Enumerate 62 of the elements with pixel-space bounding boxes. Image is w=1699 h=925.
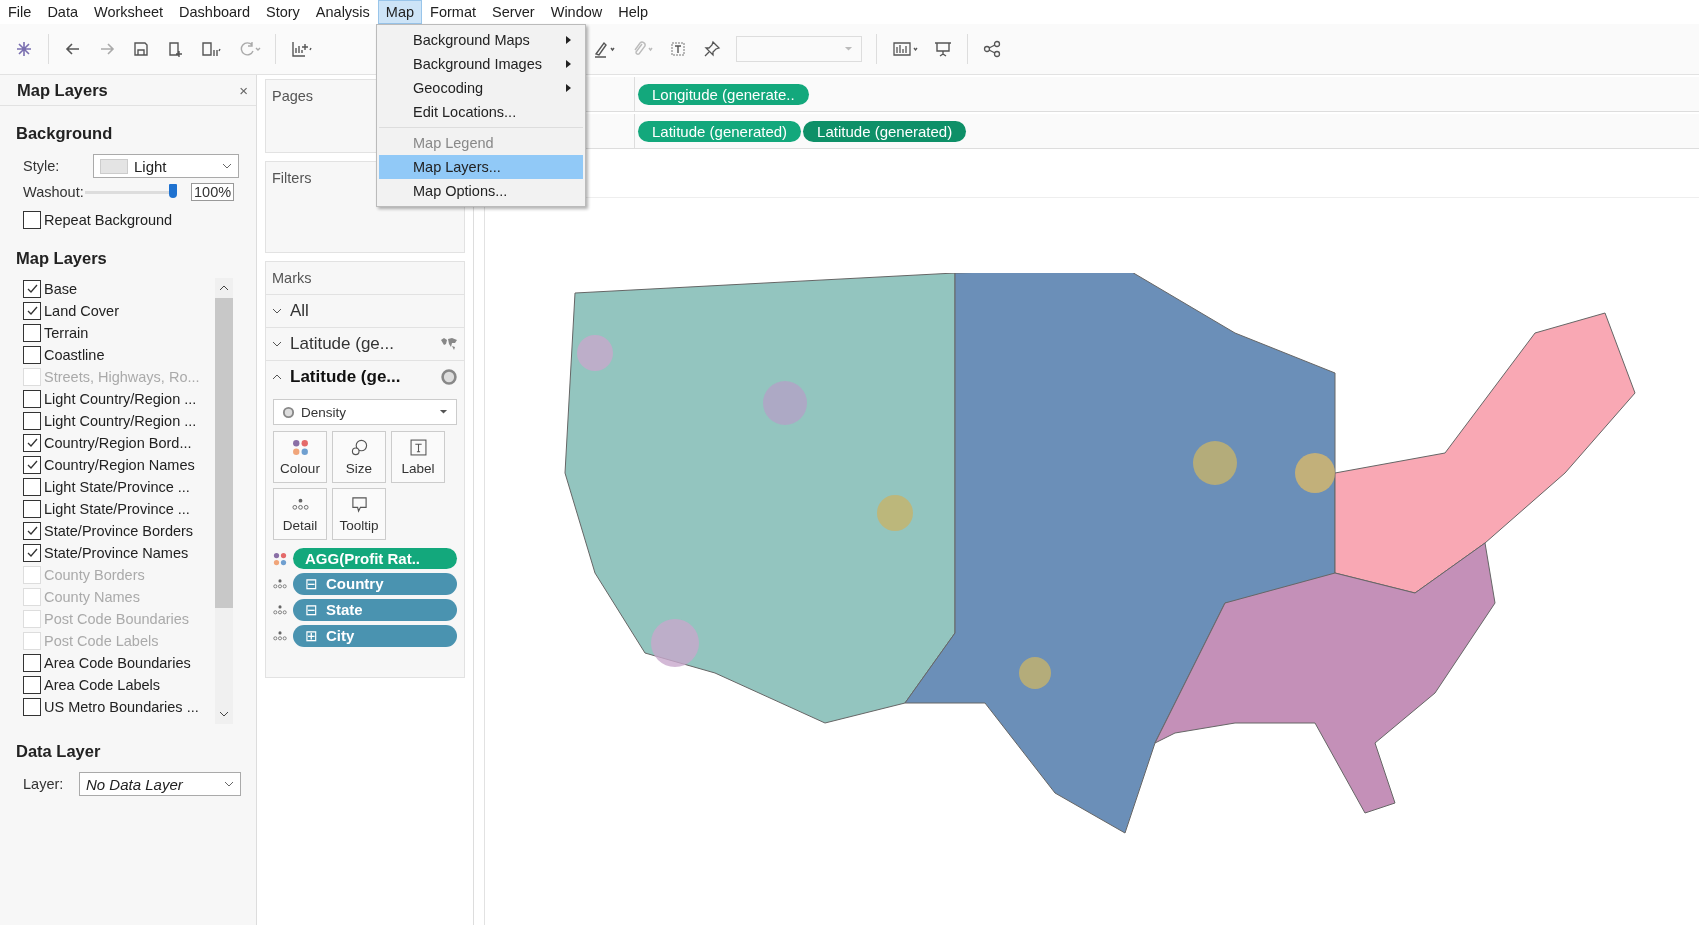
- menu-item[interactable]: Background Images: [379, 52, 583, 76]
- layer-label: Light State/Province ...: [44, 501, 190, 517]
- card-title: Filters: [271, 169, 313, 188]
- close-button[interactable]: ×: [239, 81, 248, 99]
- menu-item[interactable]: Map Options...: [379, 179, 583, 203]
- marks-button[interactable]: Detail: [273, 488, 327, 540]
- marks-layer-tab[interactable]: Latitude (ge...: [266, 360, 464, 393]
- layer-label: State/Province Names: [44, 545, 189, 561]
- layer-label: Light State/Province ...: [44, 479, 190, 495]
- menu-item[interactable]: File: [0, 0, 40, 24]
- layer-label: County Borders: [44, 567, 145, 583]
- section-heading: Data Layer: [16, 742, 102, 761]
- menu-item[interactable]: Geocoding: [379, 76, 583, 100]
- menu-item[interactable]: Window: [542, 0, 611, 24]
- layer-label: Land Cover: [44, 303, 119, 319]
- layer-label: Light Country/Region ...: [44, 413, 197, 429]
- checkbox-label: Repeat Background: [44, 212, 173, 228]
- layer-label: Streets, Highways, Ro...: [44, 369, 200, 385]
- layer-label: Area Code Boundaries: [44, 655, 191, 671]
- layer-label: County Names: [44, 589, 140, 605]
- section-heading: Map Layers: [16, 249, 108, 268]
- layer-label: Country/Region Bord...: [44, 435, 192, 451]
- field-label: Layer:: [23, 776, 65, 792]
- menu-item[interactable]: Analysis: [307, 0, 378, 24]
- layer-label: Light Country/Region ...: [44, 391, 197, 407]
- menu-item[interactable]: Edit Locations...: [379, 100, 583, 124]
- menu-item[interactable]: Data: [39, 0, 86, 24]
- card-title: Marks: [271, 269, 313, 288]
- mark-type-dropdown[interactable]: Density: [273, 399, 457, 425]
- layer-dropdown[interactable]: No Data Layer: [79, 772, 241, 796]
- menu-item[interactable]: Dashboard: [171, 0, 258, 24]
- marks-button[interactable]: Label: [391, 431, 445, 483]
- menu-item[interactable]: Server: [484, 0, 543, 24]
- washout-value-field[interactable]: 100%: [191, 183, 235, 201]
- menu-item[interactable]: Background Maps: [379, 28, 583, 52]
- field-label: Washout:: [23, 184, 85, 200]
- layer-label: Country/Region Names: [44, 457, 195, 473]
- menu-item[interactable]: Map Layers...: [379, 155, 583, 179]
- marks-button[interactable]: Size: [332, 431, 386, 483]
- style-dropdown[interactable]: Light: [93, 154, 239, 178]
- marks-button[interactable]: Colour: [273, 431, 327, 483]
- layer-label: Base: [44, 281, 78, 297]
- section-heading: Background: [16, 124, 114, 143]
- menu-item[interactable]: Format: [422, 0, 484, 24]
- panel-title: Map Layers: [17, 80, 108, 100]
- layer-label: State/Province Borders: [44, 523, 194, 539]
- layer-label: Post Code Labels: [44, 633, 159, 649]
- marks-button[interactable]: Tooltip: [332, 488, 386, 540]
- layer-label: Coastline: [44, 347, 105, 363]
- card-title: Pages: [271, 87, 315, 106]
- menu-item[interactable]: Map: [377, 0, 423, 24]
- menu-item[interactable]: Worksheet: [86, 0, 172, 24]
- marks-layer-tab[interactable]: All: [266, 294, 464, 327]
- menu-item[interactable]: Story: [258, 0, 308, 24]
- layer-label: US Metro Boundaries ...: [44, 699, 199, 715]
- field-label: Style:: [23, 158, 61, 174]
- marks-layer-tab[interactable]: Latitude (ge...: [266, 327, 464, 360]
- menu-item[interactable]: Help: [610, 0, 657, 24]
- layer-label: Area Code Labels: [44, 677, 161, 693]
- field-pill[interactable]: Latitude (generated): [803, 120, 967, 142]
- layer-label: Terrain: [44, 325, 89, 341]
- layer-label: Post Code Boundaries: [44, 611, 190, 627]
